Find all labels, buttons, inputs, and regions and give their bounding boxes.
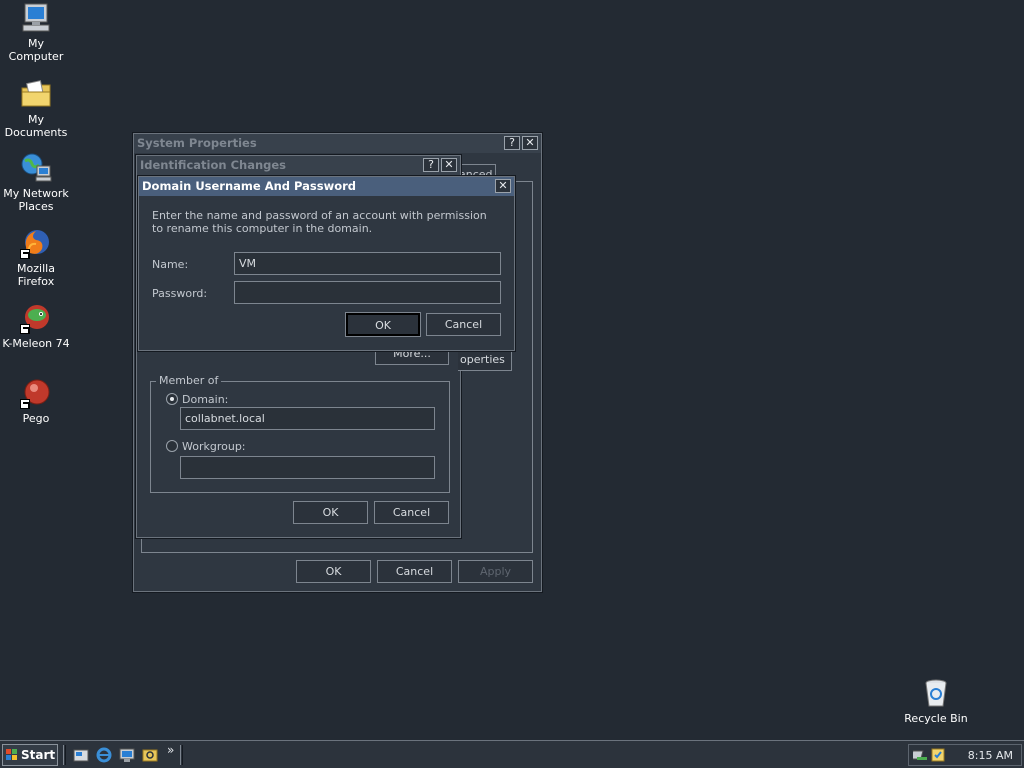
shortcut-arrow-icon <box>20 324 30 334</box>
system-properties-ok-button[interactable]: OK <box>296 560 371 583</box>
desktop-icon-recycle-bin[interactable]: Recycle Bin <box>900 677 972 725</box>
identification-changes-titlebar[interactable]: Identification Changes <box>137 156 460 175</box>
system-properties-close-button[interactable]: ✕ <box>522 136 538 150</box>
identification-changes-ok-button[interactable]: OK <box>293 501 368 524</box>
name-label: Name: <box>152 258 189 271</box>
desktop-icon-firefox[interactable]: Mozilla Firefox <box>0 227 72 288</box>
identification-changes-help-button[interactable]: ? <box>423 158 439 172</box>
domain-credentials-ok-button[interactable]: OK <box>345 312 421 337</box>
workgroup-field[interactable] <box>180 456 435 479</box>
identification-changes-title: Identification Changes <box>140 158 287 172</box>
system-properties-titlebar[interactable]: System Properties <box>134 134 541 153</box>
show-desktop-icon[interactable] <box>73 747 89 763</box>
workgroup-label: Workgroup: <box>182 440 246 453</box>
desktop-icon-label: Pego <box>22 412 50 425</box>
desktop-icon-label: Mozilla Firefox <box>17 262 55 288</box>
tray-security-icon[interactable] <box>931 748 945 762</box>
system-properties-apply-button[interactable]: Apply <box>458 560 533 583</box>
taskbar: Start » 8:15 AM <box>0 740 1024 768</box>
desktop-icon-label: My Documents <box>4 113 68 139</box>
network-icon[interactable] <box>119 747 135 763</box>
taskbar-divider <box>180 745 183 765</box>
domain-credentials-close-button[interactable]: ✕ <box>495 179 511 193</box>
desktop-icon-label: Recycle Bin <box>904 712 968 725</box>
identification-changes-cancel-button[interactable]: Cancel <box>374 501 449 524</box>
recycle-bin-icon <box>920 677 952 709</box>
domain-credentials-titlebar[interactable]: Domain Username And Password <box>139 177 514 196</box>
desktop-icon-label: My Computer <box>8 37 64 63</box>
properties-button-label: operties <box>460 353 505 366</box>
search-explorer-icon[interactable] <box>142 747 158 763</box>
shortcut-arrow-icon <box>20 399 30 409</box>
desktop-icon-network-places[interactable]: My Network Places <box>0 152 72 213</box>
system-properties-cancel-button[interactable]: Cancel <box>377 560 452 583</box>
my-computer-icon <box>20 2 52 34</box>
desktop-icon-my-computer[interactable]: My Computer <box>0 2 72 63</box>
desktop-icon-label: K-Meleon 74 <box>2 337 70 350</box>
system-properties-help-button[interactable]: ? <box>504 136 520 150</box>
k-meleon-icon <box>20 302 52 334</box>
domain-credentials-dialog: Domain Username And Password ✕ Enter the… <box>138 176 515 351</box>
domain-radio[interactable] <box>166 393 178 405</box>
name-field[interactable] <box>234 252 501 275</box>
domain-field[interactable] <box>180 407 435 430</box>
domain-credentials-cancel-button[interactable]: Cancel <box>426 313 501 336</box>
start-button[interactable]: Start <box>2 744 58 766</box>
domain-label: Domain: <box>182 393 229 406</box>
quicklaunch-divider <box>63 745 66 765</box>
firefox-icon <box>20 227 52 259</box>
password-field[interactable] <box>234 281 501 304</box>
identification-changes-close-button[interactable]: ✕ <box>441 158 457 172</box>
desktop-icon-pego[interactable]: Pego <box>0 377 72 425</box>
windows-flag-icon <box>6 749 17 760</box>
clock[interactable]: 8:15 AM <box>968 749 1013 762</box>
desktop-icon-k-meleon[interactable]: K-Meleon 74 <box>0 302 72 350</box>
desktop-icon-label: My Network Places <box>3 187 69 213</box>
desktop-icon-my-documents[interactable]: My Documents <box>0 78 72 139</box>
my-documents-icon <box>20 78 52 110</box>
member-of-label: Member of <box>156 374 222 387</box>
properties-button[interactable]: operties <box>458 349 512 371</box>
network-places-icon <box>20 152 52 184</box>
description-text: Enter the name and password of an accoun… <box>152 209 487 235</box>
internet-explorer-icon[interactable] <box>96 747 112 763</box>
system-tray: 8:15 AM <box>908 744 1022 766</box>
quicklaunch-chevron[interactable]: » <box>167 743 174 757</box>
pego-icon <box>20 377 52 409</box>
password-label: Password: <box>152 287 208 300</box>
shortcut-arrow-icon <box>20 249 30 259</box>
workgroup-radio[interactable] <box>166 440 178 452</box>
domain-credentials-title: Domain Username And Password <box>142 179 357 193</box>
system-properties-title: System Properties <box>137 136 257 150</box>
start-label: Start <box>21 748 56 762</box>
tray-network-icon[interactable] <box>913 747 929 763</box>
